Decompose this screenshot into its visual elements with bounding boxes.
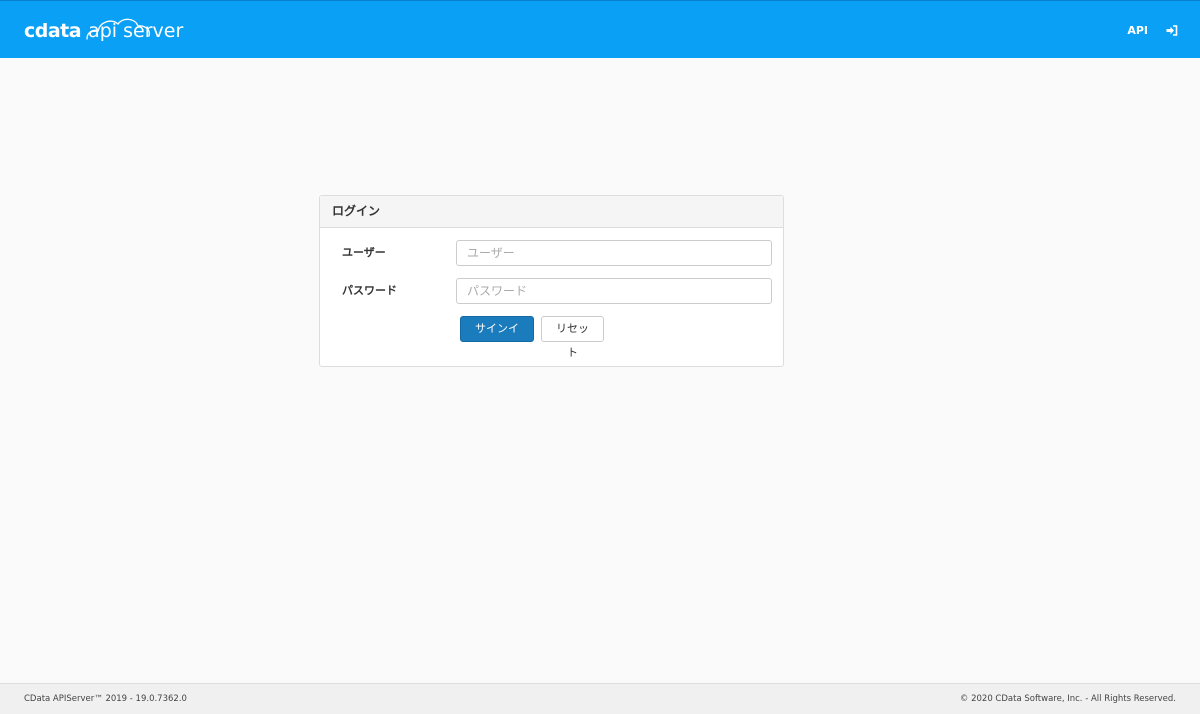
form-buttons: サインイン リセット: [460, 316, 604, 359]
brand-cloud-wrapper: api server: [85, 14, 183, 44]
login-panel-title: ログイン: [320, 196, 783, 228]
password-input[interactable]: [456, 278, 772, 304]
username-label: ユーザー: [342, 246, 386, 259]
brand-logo[interactable]: cdata api server: [24, 14, 183, 44]
password-row: パスワード: [320, 278, 783, 304]
login-panel: ログイン ユーザー パスワード サインイン リセット: [319, 195, 784, 367]
top-navbar: cdata api server API: [0, 0, 1200, 58]
footer-copyright: © 2020 CData Software, Inc. - All Rights…: [959, 694, 1176, 704]
nav-api-link[interactable]: API: [1127, 24, 1148, 37]
footer-version: CData APIServer™ 2019 - 19.0.7362.0: [24, 694, 187, 704]
brand-secondary-text: api server: [88, 20, 184, 42]
page-footer: CData APIServer™ 2019 - 19.0.7362.0 © 20…: [0, 683, 1200, 714]
username-input[interactable]: [456, 240, 772, 266]
password-label: パスワード: [342, 284, 397, 297]
brand-primary-text: cdata: [24, 20, 82, 42]
navbar-actions: API: [1127, 1, 1178, 59]
sign-in-button[interactable]: サインイン: [460, 316, 534, 359]
username-row: ユーザー: [320, 240, 783, 266]
sign-in-icon[interactable]: [1166, 24, 1178, 36]
reset-button[interactable]: リセット: [541, 316, 604, 359]
